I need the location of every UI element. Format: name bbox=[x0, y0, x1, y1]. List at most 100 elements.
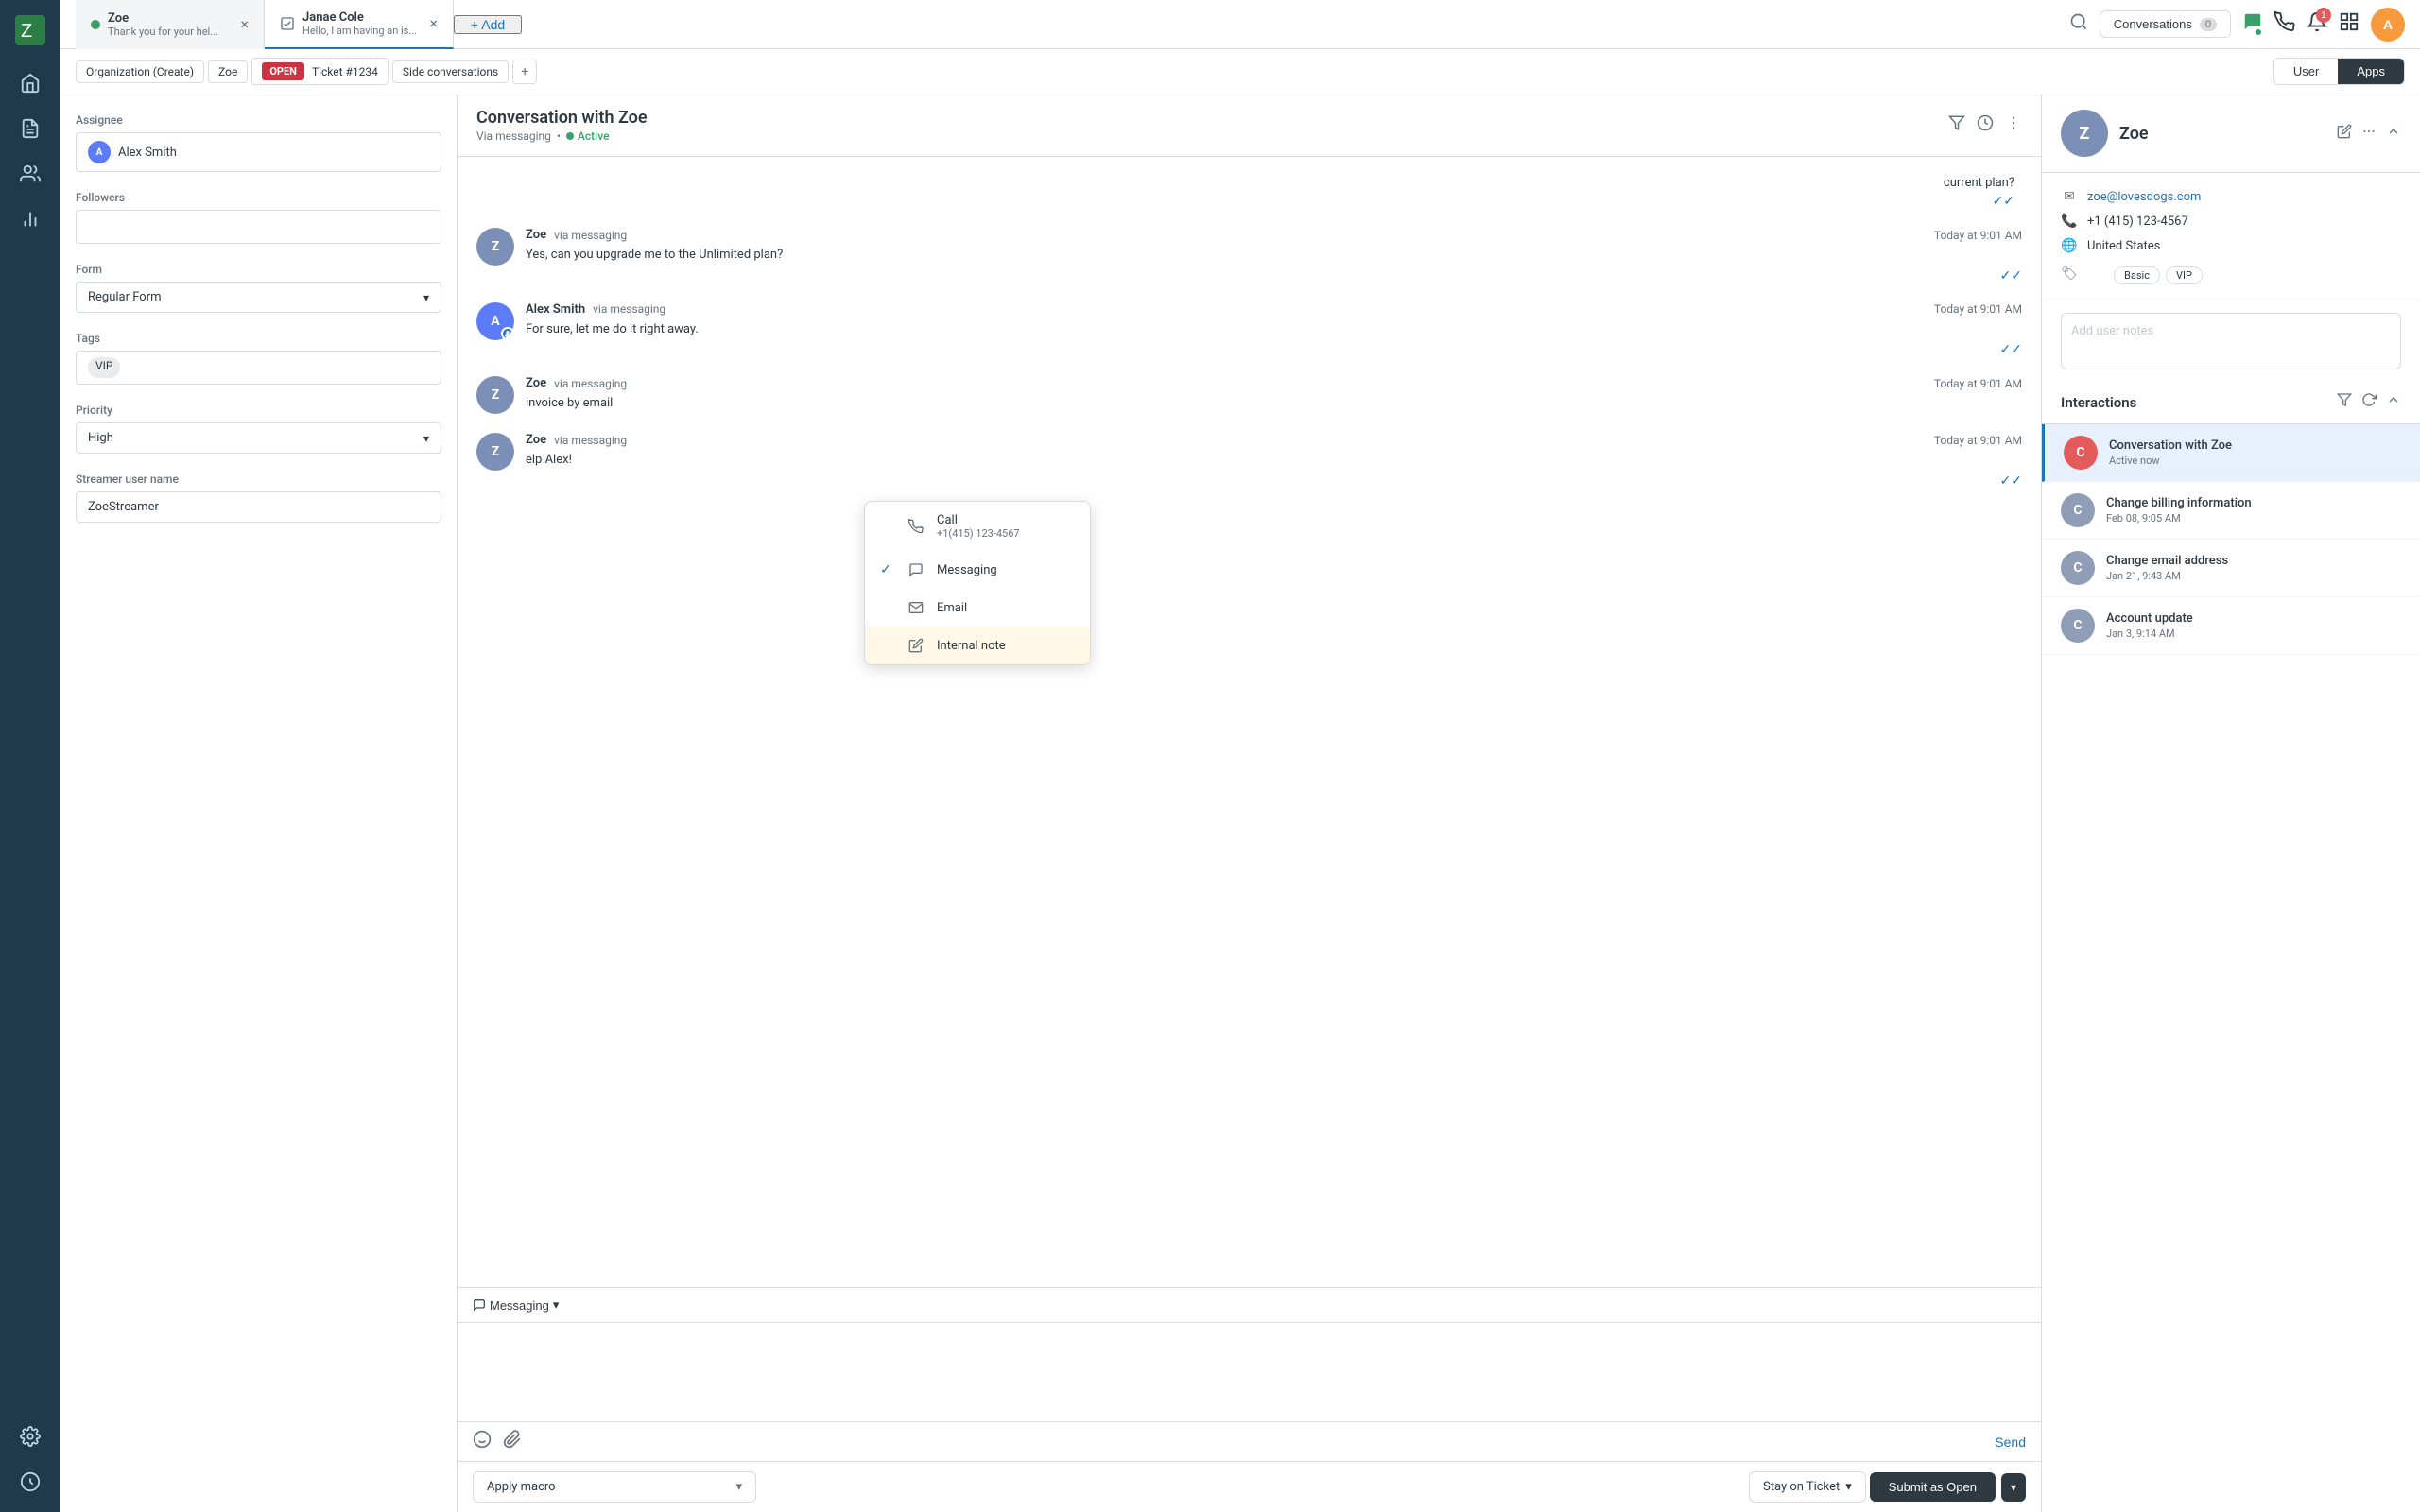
edit-user-button[interactable] bbox=[2337, 124, 2352, 144]
submit-as-open-button[interactable]: Submit as Open bbox=[1870, 1472, 1996, 1502]
user-email-row: ✉ zoe@lovesdogs.com bbox=[2061, 184, 2401, 209]
interactions-filter-button[interactable] bbox=[2337, 392, 2352, 412]
breadcrumb-user[interactable]: Zoe bbox=[208, 60, 248, 83]
collapse-user-button[interactable] bbox=[2386, 124, 2401, 144]
clock-icon bbox=[1977, 114, 1994, 131]
tab-zoe-close[interactable]: × bbox=[240, 15, 249, 33]
reply-input[interactable] bbox=[458, 1323, 2041, 1418]
priority-label: Priority bbox=[76, 404, 441, 417]
history-button[interactable] bbox=[1977, 114, 1994, 136]
interaction-item-4[interactable]: C Account update Jan 3, 9:14 AM bbox=[2042, 597, 2420, 655]
reply-type-bar: Messaging ▾ bbox=[458, 1288, 2041, 1323]
user-name: Zoe bbox=[2119, 124, 2149, 144]
priority-select[interactable]: High ▾ bbox=[76, 422, 441, 454]
breadcrumb-tabs: User Apps bbox=[2273, 58, 2405, 85]
msg-text-3: invoice by email bbox=[526, 394, 2022, 413]
dropdown-email[interactable]: Email bbox=[865, 589, 1090, 627]
msg-header-4: Zoe via messaging Today at 9:01 AM bbox=[526, 433, 2022, 447]
nav-settings-icon[interactable] bbox=[11, 1418, 49, 1455]
interactions-refresh-button[interactable] bbox=[2361, 392, 2377, 412]
breadcrumb-add-button[interactable]: + bbox=[512, 60, 537, 84]
tab-apps[interactable]: Apps bbox=[2338, 59, 2404, 84]
msg-content-4: Zoe via messaging Today at 9:01 AM elp A… bbox=[526, 433, 2022, 489]
tags-input[interactable]: VIP bbox=[76, 351, 441, 385]
breadcrumb-ticket[interactable]: OPEN Ticket #1234 bbox=[251, 58, 389, 85]
breadcrumb-org[interactable]: Organization (Create) bbox=[76, 60, 204, 83]
user-email[interactable]: zoe@lovesdogs.com bbox=[2087, 190, 2201, 204]
emoji-button[interactable] bbox=[473, 1430, 492, 1453]
send-button[interactable]: Send bbox=[1995, 1435, 2026, 1450]
nav-reports-icon[interactable] bbox=[11, 200, 49, 238]
filter-button[interactable] bbox=[1948, 114, 1965, 136]
nav-tickets-icon[interactable] bbox=[11, 110, 49, 147]
assignee-label: Assignee bbox=[76, 113, 441, 127]
main-content: Zoe Thank you for your hel... × Janae Co… bbox=[60, 0, 2420, 1512]
conversation-title: Conversation with Zoe bbox=[476, 108, 1948, 128]
search-button[interactable] bbox=[2069, 12, 2088, 36]
chat-button[interactable] bbox=[2242, 11, 2263, 37]
breadcrumb-side-conversations[interactable]: Side conversations bbox=[392, 60, 509, 83]
interaction-item-1[interactable]: C Conversation with Zoe Active now bbox=[2042, 424, 2420, 482]
streamer-field: Streamer user name ZoeStreamer bbox=[76, 472, 441, 523]
refresh-icon bbox=[2361, 392, 2377, 407]
followers-input[interactable] bbox=[76, 210, 441, 244]
tab-user[interactable]: User bbox=[2274, 59, 2338, 84]
msg-check-1: ✓✓ bbox=[526, 268, 2022, 284]
conversation-header: Conversation with Zoe Via messaging • Ac… bbox=[458, 94, 2041, 157]
assignee-input[interactable]: A Alex Smith bbox=[76, 132, 441, 172]
grid-button[interactable] bbox=[2339, 11, 2360, 37]
notifications-button[interactable]: 1 bbox=[2307, 11, 2327, 37]
tab-janae[interactable]: Janae Cole Hello, I am having an is... × bbox=[265, 0, 454, 49]
msg-channel-4: via messaging bbox=[554, 434, 627, 447]
submit-dropdown-button[interactable]: ▾ bbox=[2001, 1473, 2026, 1502]
tab-janae-icon bbox=[280, 16, 295, 31]
reply-type-button[interactable]: Messaging ▾ bbox=[473, 1297, 559, 1313]
breadcrumb-bar: Organization (Create) Zoe OPEN Ticket #1… bbox=[60, 49, 2420, 94]
tab-janae-close[interactable]: × bbox=[429, 14, 438, 32]
streamer-input[interactable]: ZoeStreamer bbox=[76, 491, 441, 523]
more-options-button[interactable] bbox=[2005, 114, 2022, 136]
interactions-chevron-icon bbox=[2386, 392, 2401, 407]
interaction-item-3[interactable]: C Change email address Jan 21, 9:43 AM bbox=[2042, 540, 2420, 597]
ticket-status-badge: OPEN bbox=[262, 62, 304, 80]
macro-chevron-icon: ▾ bbox=[735, 1480, 742, 1494]
app-logo: Z bbox=[11, 11, 49, 49]
interaction-item-2[interactable]: C Change billing information Feb 08, 9:0… bbox=[2042, 482, 2420, 540]
add-tab-button[interactable]: + Add bbox=[454, 15, 522, 34]
dropdown-call[interactable]: Call +1(415) 123-4567 bbox=[865, 502, 1090, 551]
user-notes[interactable]: Add user notes bbox=[2061, 313, 2401, 369]
msg-channel-1: via messaging bbox=[554, 229, 627, 242]
dropdown-internal-note[interactable]: Internal note bbox=[865, 627, 1090, 664]
msg-text-2: For sure, let me do it right away. bbox=[526, 320, 2022, 339]
tab-zoe[interactable]: Zoe Thank you for your hel... × bbox=[76, 0, 265, 49]
interaction-text-2: Change billing information Feb 08, 9:05 … bbox=[2106, 496, 2401, 524]
stay-ticket-button[interactable]: Stay on Ticket ▾ bbox=[1749, 1471, 1866, 1503]
conversations-button[interactable]: Conversations 0 bbox=[2100, 10, 2231, 38]
msg-content-3: Zoe via messaging Today at 9:01 AM invoi… bbox=[526, 376, 2022, 414]
call-button[interactable] bbox=[2274, 11, 2295, 37]
messaging-type-icon bbox=[473, 1298, 486, 1312]
interactions-collapse-button[interactable] bbox=[2386, 392, 2401, 412]
nav-zendesk-icon[interactable] bbox=[11, 1463, 49, 1501]
call-label: Call bbox=[937, 513, 1020, 527]
ticket-number: Ticket #1234 bbox=[312, 65, 378, 78]
message-row-4: Z Zoe via messaging Today at 9:01 AM elp… bbox=[476, 433, 2022, 489]
form-select[interactable]: Regular Form ▾ bbox=[76, 282, 441, 313]
attach-button[interactable] bbox=[503, 1430, 522, 1453]
tag-vip: VIP bbox=[88, 357, 120, 378]
interaction-time-3: Jan 21, 9:43 AM bbox=[2106, 570, 2401, 582]
reply-toolbar: Send bbox=[458, 1421, 2041, 1461]
form-chevron-icon: ▾ bbox=[424, 291, 429, 304]
macro-select[interactable]: Apply macro ▾ bbox=[473, 1471, 756, 1503]
online-indicator bbox=[2254, 27, 2263, 37]
user-more-button[interactable] bbox=[2361, 124, 2377, 144]
dropdown-messaging[interactable]: ✓ Messaging bbox=[865, 551, 1090, 589]
msg-content-2: Alex Smith via messaging Today at 9:01 A… bbox=[526, 302, 2022, 358]
user-avatar-button[interactable]: A bbox=[2371, 8, 2405, 42]
msg-header-1: Zoe via messaging Today at 9:01 AM bbox=[526, 228, 2022, 242]
nav-users-icon[interactable] bbox=[11, 155, 49, 193]
conversations-badge: 0 bbox=[2200, 18, 2217, 31]
msg-text-1: Yes, can you upgrade me to the Unlimited… bbox=[526, 246, 2022, 265]
nav-home-icon[interactable] bbox=[11, 64, 49, 102]
grid-icon bbox=[2339, 11, 2360, 32]
